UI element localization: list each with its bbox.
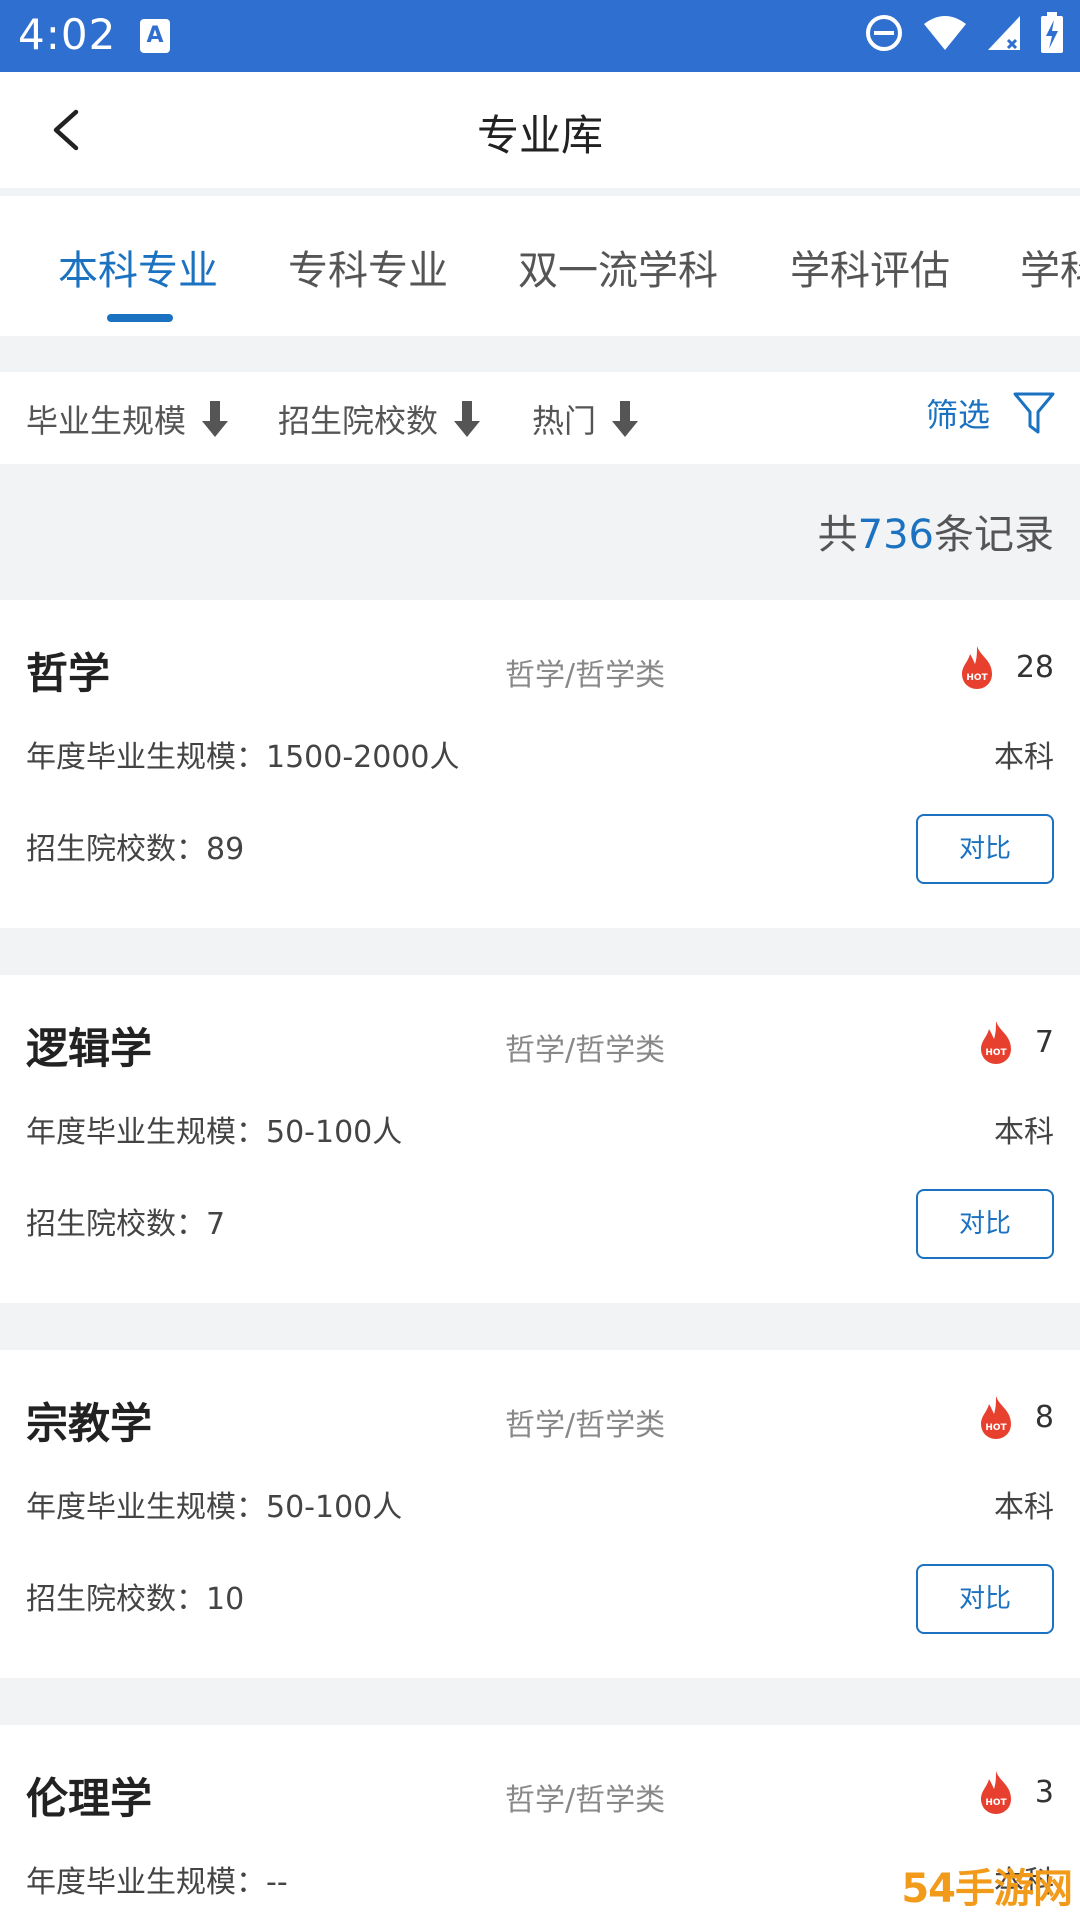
compare-button[interactable]: 对比 [916, 814, 1054, 884]
cell-signal-icon [988, 16, 1020, 50]
sort-school-count[interactable]: 招生院校数 [278, 396, 482, 442]
sort-graduate-scale[interactable]: 毕业生规模 [26, 396, 230, 442]
hot-flame-icon: HOT [961, 646, 992, 689]
filter-button[interactable]: 筛选 [926, 390, 1056, 436]
sort-popular[interactable]: 热门 [532, 396, 640, 442]
hot-value: 3 [1034, 1774, 1054, 1810]
compare-button[interactable]: 对比 [916, 1189, 1054, 1259]
arrow-down-icon [454, 401, 481, 437]
tab-junior-college[interactable]: 专科专业 [288, 238, 448, 296]
tab-discipline-evaluation[interactable]: 学科评估 [790, 238, 950, 296]
school-count: 招生院校数：10 [26, 1582, 245, 1617]
funnel-icon [1013, 392, 1055, 434]
tab-double-first-class[interactable]: 双一流学科 [518, 238, 718, 296]
do-not-disturb-icon [866, 15, 902, 51]
school-count: 招生院校数：7 [26, 1207, 226, 1242]
hot-flame-icon: HOT [980, 1396, 1011, 1439]
count-number: 736 [857, 512, 934, 558]
tab-discipline-more[interactable]: 学科 [1020, 238, 1080, 296]
graduate-scale: 年度毕业生规模：-- [26, 1865, 288, 1900]
major-card[interactable]: 宗教学 哲学/哲学类 HOT 8 年度毕业生规模：50-100人 本科 招生院校… [0, 1350, 1080, 1678]
graduate-scale: 年度毕业生规模：50-100人 [26, 1490, 403, 1525]
hot-rank: HOT 28 [958, 644, 1054, 690]
watermark-logo: 54手游网 [901, 1866, 1073, 1912]
education-level: 本科 [994, 740, 1054, 775]
filter-label: 筛选 [925, 396, 990, 434]
tab-undergraduate[interactable]: 本科专业 [58, 238, 218, 296]
hot-rank: HOT 3 [977, 1769, 1054, 1815]
major-card[interactable]: 哲学 哲学/哲学类 HOT 28 年度毕业生规模：1500-2000人 本科 招… [0, 600, 1080, 928]
hot-rank: HOT 8 [977, 1394, 1054, 1440]
status-time: 4:02 [18, 10, 117, 59]
count-suffix: 条记录 [934, 512, 1054, 558]
sort-label: 毕业生规模 [26, 402, 187, 440]
record-count: 共736条记录 [818, 502, 1054, 560]
arrow-down-icon [612, 401, 639, 437]
major-category: 哲学/哲学类 [505, 658, 666, 693]
app-notification-icon: A [140, 19, 170, 53]
svg-text:HOT: HOT [966, 673, 988, 683]
count-prefix: 共 [817, 512, 858, 558]
major-name: 哲学 [26, 649, 111, 698]
compare-button[interactable]: 对比 [916, 1564, 1054, 1634]
major-name: 伦理学 [26, 1774, 153, 1823]
school-count: 招生院校数：89 [26, 832, 245, 867]
hot-flame-icon: HOT [980, 1771, 1011, 1814]
major-category: 哲学/哲学类 [505, 1408, 666, 1443]
education-level: 本科 [994, 1490, 1054, 1525]
major-category: 哲学/哲学类 [505, 1783, 666, 1818]
hot-value: 8 [1034, 1399, 1054, 1435]
svg-text:HOT: HOT [985, 1798, 1007, 1808]
education-level: 本科 [994, 1115, 1054, 1150]
app-header: 专业库 [0, 72, 1080, 188]
sort-label: 热门 [532, 402, 597, 440]
arrow-down-icon [202, 401, 229, 437]
active-tab-indicator [107, 314, 173, 322]
wifi-icon [924, 16, 966, 50]
hot-value: 7 [1034, 1024, 1054, 1060]
battery-charging-icon [1041, 12, 1063, 53]
hot-rank: HOT 7 [977, 1019, 1054, 1065]
graduate-scale: 年度毕业生规模：1500-2000人 [26, 740, 460, 775]
major-category: 哲学/哲学类 [505, 1033, 666, 1068]
svg-text:HOT: HOT [985, 1048, 1007, 1058]
category-tabs: 本科专业 专科专业 双一流学科 学科评估 学科 [0, 196, 1080, 336]
major-name: 宗教学 [26, 1399, 153, 1448]
status-bar: 4:02 A [0, 0, 1080, 72]
sort-bar: 毕业生规模 招生院校数 热门 筛选 [0, 372, 1080, 464]
hot-flame-icon: HOT [980, 1021, 1011, 1064]
svg-text:HOT: HOT [985, 1423, 1007, 1433]
major-card[interactable]: 逻辑学 哲学/哲学类 HOT 7 年度毕业生规模：50-100人 本科 招生院校… [0, 975, 1080, 1303]
major-name: 逻辑学 [26, 1024, 153, 1073]
hot-value: 28 [1015, 649, 1054, 685]
sort-label: 招生院校数 [278, 402, 439, 440]
graduate-scale: 年度毕业生规模：50-100人 [26, 1115, 403, 1150]
page-title: 专业库 [476, 111, 603, 160]
